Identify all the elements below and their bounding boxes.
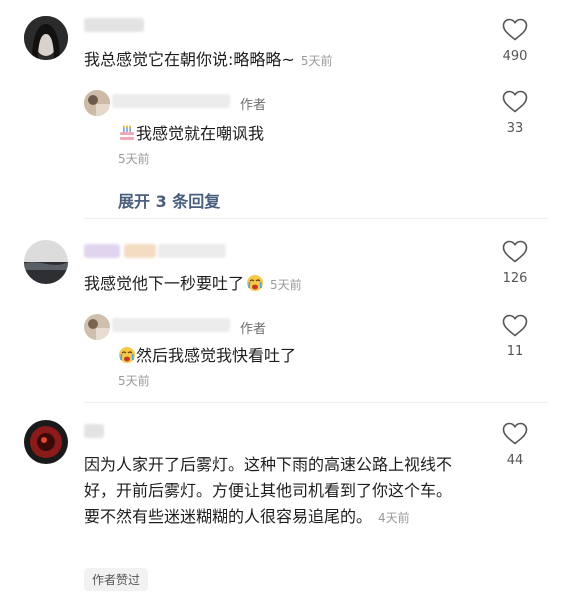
username-redacted[interactable]	[84, 424, 104, 438]
like-count: 44	[506, 453, 524, 468]
avatar-image	[24, 240, 68, 284]
username-redacted[interactable]	[84, 244, 120, 258]
reply-time: 5天前	[118, 374, 150, 388]
comment-text: 因为人家开了后雾灯。这种下雨的高速公路上视线不好，开前后雾灯。方便让其他司机看到…	[84, 452, 464, 531]
reply-body: 我感觉就在嘲讽我	[136, 124, 265, 143]
comment-text: 我感觉他下一秒要吐了 5天前	[84, 274, 302, 295]
username-redacted-2[interactable]	[124, 244, 156, 258]
reply-text: 然后我感觉我快看吐了	[118, 346, 296, 366]
expand-replies-link[interactable]: 展开 3 条回复	[118, 188, 220, 212]
username-redacted[interactable]	[84, 18, 144, 32]
username-redacted-3[interactable]	[158, 244, 226, 258]
heart-icon[interactable]	[502, 90, 528, 114]
comment-time: 5天前	[270, 278, 302, 292]
author-tag: 作者	[240, 98, 267, 113]
avatar[interactable]	[24, 16, 68, 60]
crying-face-emoji-icon	[119, 347, 135, 363]
reply-body: 然后我感觉我快看吐了	[136, 346, 297, 365]
avatar[interactable]	[24, 240, 68, 284]
reply-like-count: 33	[506, 121, 524, 136]
reply-avatar-image	[84, 314, 110, 340]
comment-body: 我总感觉它在朝你说:略略略~	[84, 50, 295, 69]
reply-avatar[interactable]	[84, 314, 110, 340]
author-liked-badge: 作者赞过	[84, 568, 149, 591]
crying-face-emoji-icon	[247, 275, 264, 291]
like-count: 490	[502, 49, 528, 64]
comment-body: 我感觉他下一秒要吐了	[84, 274, 245, 293]
avatar-image	[24, 16, 68, 60]
reply-time: 5天前	[118, 152, 150, 166]
divider	[84, 218, 548, 219]
like-count: 126	[502, 271, 528, 286]
divider	[84, 402, 548, 403]
heart-icon[interactable]	[502, 240, 528, 264]
avatar[interactable]	[24, 420, 68, 464]
birthday-cake-emoji-icon	[120, 125, 134, 140]
comment-time: 4天前	[378, 511, 410, 525]
author-tag: 作者	[240, 322, 267, 337]
reply-username-redacted[interactable]	[112, 94, 230, 108]
reply-like-count: 11	[506, 344, 524, 359]
comment-text: 我总感觉它在朝你说:略略略~ 5天前	[84, 50, 332, 71]
reply-avatar-image	[84, 90, 110, 116]
heart-icon[interactable]	[502, 18, 528, 42]
reply-username-redacted[interactable]	[112, 318, 230, 332]
comment-time: 5天前	[300, 54, 333, 68]
heart-icon[interactable]	[502, 422, 528, 446]
heart-icon[interactable]	[502, 314, 528, 338]
avatar-image	[24, 420, 68, 464]
reply-text: 我感觉就在嘲讽我	[118, 124, 264, 144]
reply-avatar[interactable]	[84, 90, 110, 116]
